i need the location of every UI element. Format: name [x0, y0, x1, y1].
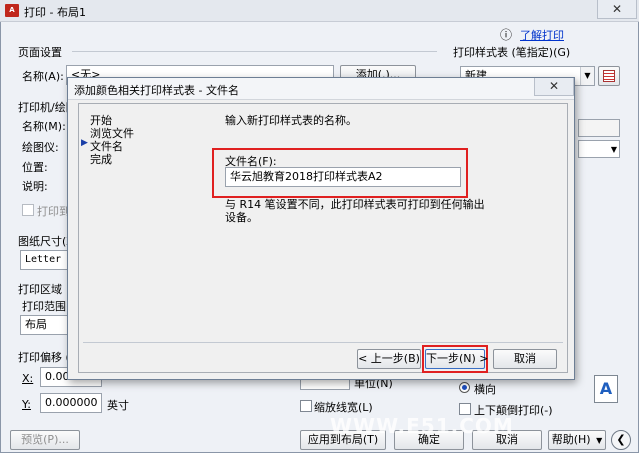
- radio-dot-icon: [462, 385, 467, 390]
- current-step-arrow-icon: ▶: [81, 138, 88, 148]
- window-title: 打印 - 布局1: [24, 6, 86, 19]
- orientation-landscape-label: 横向: [474, 383, 496, 396]
- orientation-preview-icon: A: [594, 375, 618, 403]
- filename-input[interactable]: 华云旭教育2018打印样式表A2: [225, 167, 461, 187]
- help-button[interactable]: 帮助(H) ▼: [548, 430, 606, 450]
- learn-print-link[interactable]: 了解打印: [520, 27, 564, 43]
- wizard-footer-divider: [83, 342, 563, 343]
- wizard-note: 与 R14 笔设置不同，此打印样式表可打印到任何输出设备。: [225, 198, 485, 224]
- location-label: 位置:: [22, 161, 48, 174]
- add-plot-style-wizard: 添加颜色相关打印样式表 - 文件名 ✕ 开始 浏览文件 ▶ 文件名 完成 输入新…: [67, 77, 575, 380]
- window-close-button[interactable]: ✕: [597, 0, 637, 19]
- edit-table-icon: [603, 70, 615, 82]
- printer-name-label: 名称(M):: [22, 120, 66, 133]
- filename-value: 华云旭教育2018打印样式表A2: [230, 170, 383, 183]
- window-titlebar: [0, 0, 639, 22]
- plot-style-table-label: 打印样式表 (笔指定)(G): [453, 46, 571, 59]
- chevron-down-icon: ▼: [610, 145, 617, 154]
- page-setup-heading: 页面设置: [18, 46, 62, 59]
- preview-button[interactable]: 预览(P)...: [10, 430, 80, 450]
- wizard-close-button[interactable]: ✕: [534, 78, 574, 96]
- page-setup-name-label: 名称(A):: [22, 70, 64, 83]
- page-setup-divider: [72, 51, 437, 52]
- collapse-options-button[interactable]: ❮: [611, 430, 631, 450]
- next-button[interactable]: 下一步(N) >: [425, 349, 489, 369]
- shaded-viewport-select[interactable]: [578, 119, 620, 137]
- watermark: WWW.E51.COM: [330, 414, 514, 438]
- scale-lineweights-checkbox[interactable]: [300, 400, 312, 412]
- edit-plot-style-button[interactable]: [598, 66, 620, 86]
- quality-select[interactable]: ▼: [578, 140, 620, 158]
- info-icon: ⓘ: [500, 28, 513, 42]
- wizard-title: 添加颜色相关打印样式表 - 文件名: [74, 84, 239, 97]
- offset-y-label: Y:: [22, 398, 31, 411]
- offset-y-input[interactable]: 0.000000: [40, 393, 102, 413]
- plot-range-value: 布局: [25, 318, 47, 331]
- autocad-app-icon: A: [5, 4, 19, 17]
- wizard-body: 开始 浏览文件 ▶ 文件名 完成 输入新打印样式表的名称。 文件名(F): 华云…: [78, 103, 568, 373]
- offset-y-value: 0.000000: [45, 396, 98, 409]
- offset-x-label: X:: [22, 372, 34, 385]
- description-label: 说明:: [22, 180, 48, 193]
- plotter-label: 绘图仪:: [22, 141, 59, 154]
- landscape-radio[interactable]: [459, 382, 470, 393]
- back-button[interactable]: < 上一步(B): [357, 349, 421, 369]
- wizard-cancel-button[interactable]: 取消: [493, 349, 557, 369]
- chevron-down-icon: ▼: [596, 436, 603, 445]
- help-button-label: 帮助(H): [551, 433, 591, 446]
- plot-area-heading: 打印区域: [18, 283, 62, 296]
- step-finish: 完成: [90, 153, 112, 166]
- scale-lineweights-label: 缩放线宽(L): [314, 401, 373, 414]
- print-to-file-checkbox[interactable]: [22, 204, 34, 216]
- wizard-prompt: 输入新打印样式表的名称。: [225, 114, 357, 127]
- chevron-down-icon: ▼: [580, 67, 594, 85]
- offset-unit-label: 英寸: [107, 399, 129, 412]
